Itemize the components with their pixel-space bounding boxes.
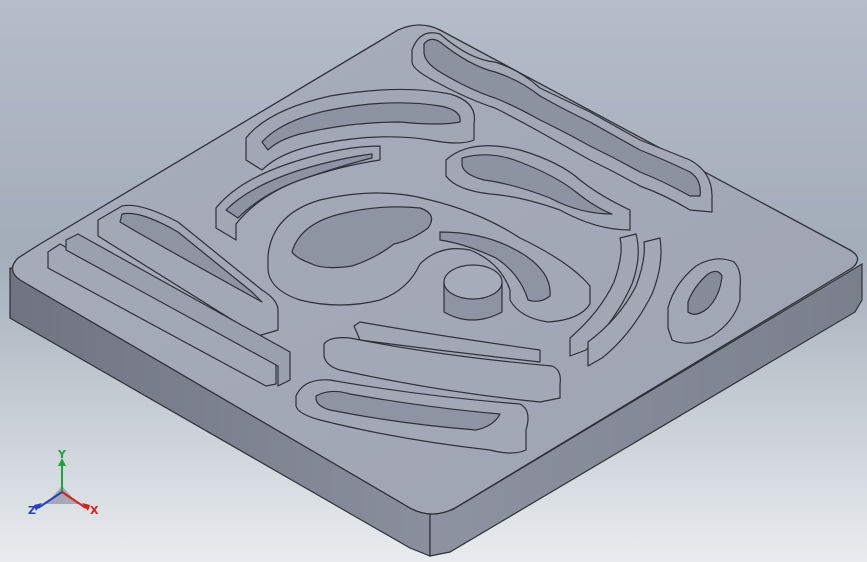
cylinder-boss[interactable] — [443, 264, 503, 321]
triad-x-label: X — [90, 504, 99, 517]
triad-z-label: Z — [28, 504, 36, 517]
view-triad[interactable]: Y Z X — [28, 448, 99, 517]
model-canvas[interactable]: Y Z X — [0, 0, 867, 562]
triad-y-label: Y — [57, 448, 67, 461]
graphics-viewport[interactable]: Y Z X — [0, 0, 867, 562]
